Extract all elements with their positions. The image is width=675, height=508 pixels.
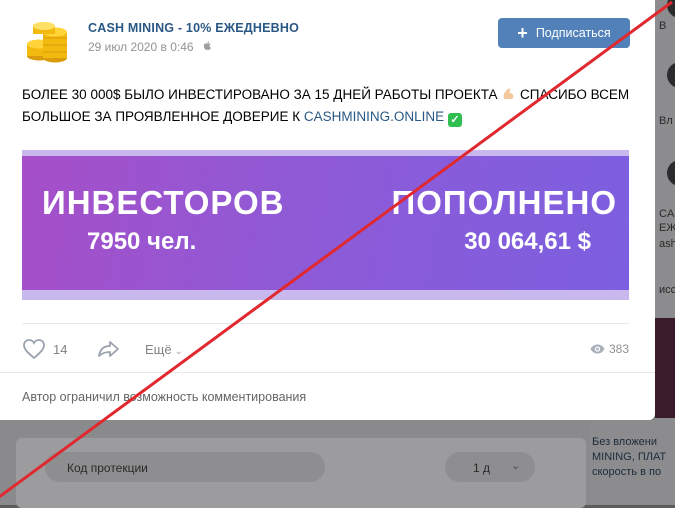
more-button[interactable]: Ещё ⌄ [145,342,183,357]
sidebar-text: ЕЖЕД [659,222,675,234]
coins-avatar-icon[interactable] [22,16,72,66]
views-eye-icon [590,344,605,354]
period-select: 1 д ⌄ [445,452,535,482]
news-line: скорость в по [592,466,662,478]
avatar [667,0,675,18]
post-text: БОЛЕЕ 30 000$ БЫЛО ИНВЕСТИРОВАНО ЗА 15 Д… [22,84,637,128]
sidebar-text: CASH [659,208,675,220]
post-card: CASH MINING - 10% ЕЖЕДНЕВНО 29 июл 2020 … [0,0,655,420]
divider [0,372,655,373]
protection-code-field: Код протекции [45,452,325,482]
more-label: Ещё [145,342,172,357]
like-count: 14 [53,342,68,357]
background-news: Без вложени MINING, ПЛАТ скорость в по [590,420,675,505]
cashmining-link[interactable]: CASHMINING.ONLINE [304,109,444,124]
field-label: Код протекции [67,461,148,475]
sidebar-text: исси [659,284,675,296]
apple-icon [203,41,211,50]
banner-bottom-strip [22,290,629,300]
select-value: 1 д [473,461,491,475]
share-arrow-icon[interactable] [96,338,120,360]
avatar [667,160,675,186]
post-date[interactable]: 29 июл 2020 в 0:46 [88,40,194,54]
deposited-title: ПОПОЛНЕНО [391,184,617,221]
comments-disabled-note: Автор ограничил возможность комментирова… [22,390,307,404]
flexed-biceps-icon [503,88,514,99]
subscribe-label: Подписаться [535,26,611,40]
chevron-down-icon: ⌄ [511,460,521,472]
sidebar-text: В [659,20,667,32]
sidebar-text: ashm [659,238,675,250]
post-text-part1: БОЛЕЕ 30 000$ БЫЛО ИНВЕСТИРОВАНО ЗА 15 Д… [22,87,498,102]
like-heart-icon[interactable] [22,338,46,360]
check-mark-icon: ✓ [447,113,462,127]
plus-icon: + [517,23,528,43]
sidebar-text: Вл [659,115,673,127]
post-image-banner[interactable]: ИНВЕСТОРОВ 7950 чел. ПОПОЛНЕНО 30 064,61… [22,150,629,300]
chevron-down-icon: ⌄ [174,346,183,357]
subscribe-button[interactable]: + Подписаться [498,18,630,48]
investors-value: 7950 чел. [87,228,197,255]
group-name-link[interactable]: CASH MINING - 10% ЕЖЕДНЕВНО [88,21,299,35]
views-count: 383 [609,342,630,356]
avatar [667,62,675,88]
investors-title: ИНВЕСТОРОВ [42,184,285,221]
divider [22,323,629,324]
banner-top-strip [22,150,629,156]
background-form: Код протекции 1 д ⌄ [0,420,590,508]
news-line: Без вложени [592,436,658,448]
news-line: MINING, ПЛАТ [592,451,667,463]
sidebar-banner [655,318,675,418]
deposited-value: 30 064,61 $ [464,228,591,255]
